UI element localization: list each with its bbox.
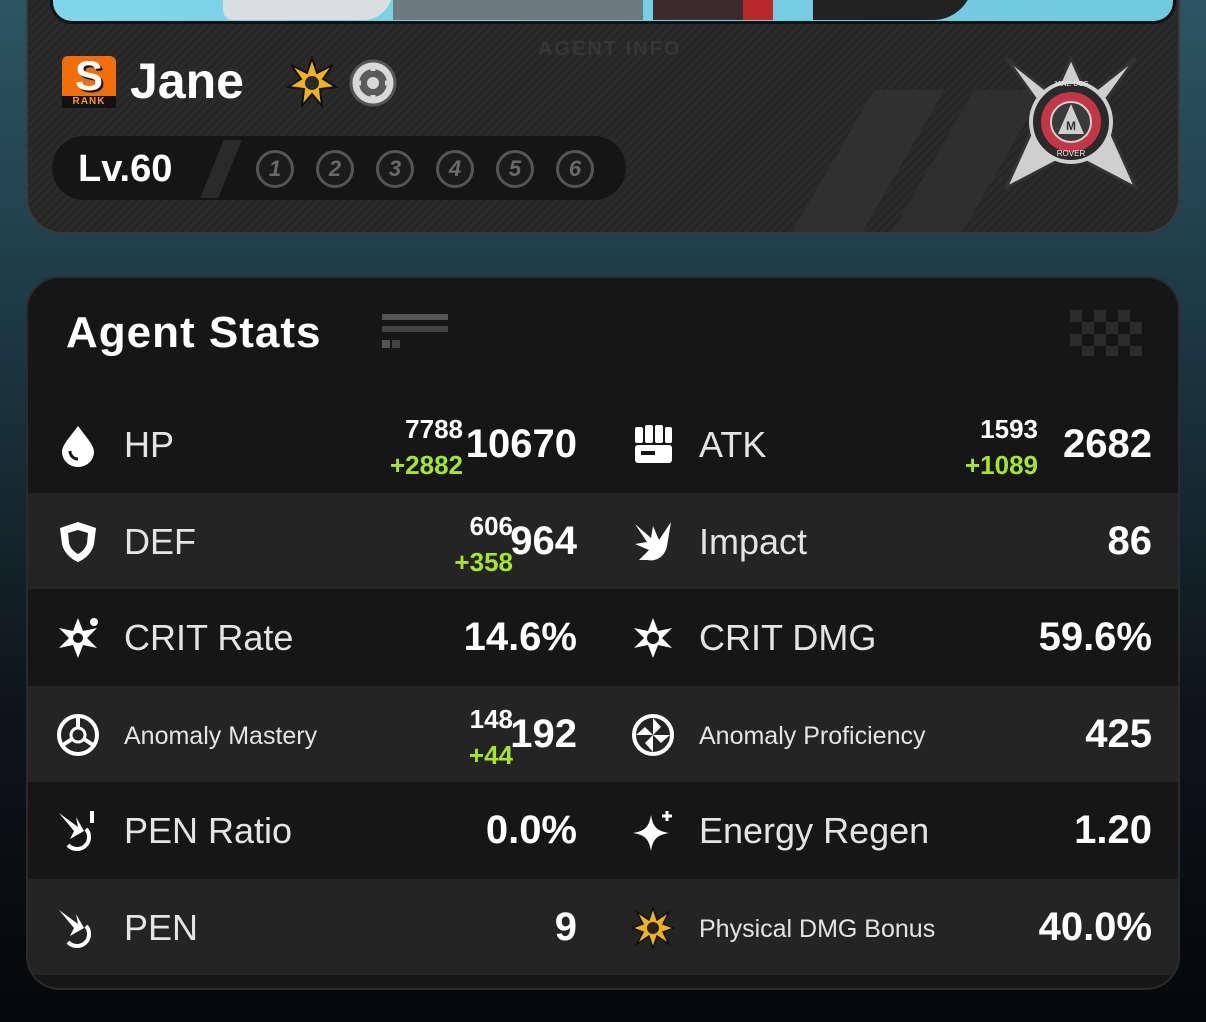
anomaly-mastery-icon xyxy=(57,713,99,756)
stat-row: PEN 9 Physical DMG Bonus 40.0% xyxy=(28,878,1178,975)
stat-hp: HP 7788 +2882 10670 xyxy=(28,396,603,492)
crit-dmg-icon xyxy=(634,618,672,658)
stat-label: Anomaly Mastery xyxy=(124,721,318,750)
stat-impact: Impact 86 xyxy=(603,493,1178,589)
stat-total-value: 59.6% xyxy=(1038,615,1152,659)
stat-label: HP xyxy=(124,424,175,465)
stat-crit-dmg: CRIT DMG 59.6% xyxy=(603,589,1178,685)
atk-fist-icon xyxy=(635,425,672,463)
stat-bonus-value: +2882 xyxy=(389,450,463,480)
rank-badge: S RANK xyxy=(62,55,116,108)
agent-stats-panel: Agent Stats HP 7788 +2882 10670 ATK 1593… xyxy=(26,276,1180,990)
stat-total-value: 9 xyxy=(554,904,577,949)
stat-def: DEF 606 +358 964 xyxy=(28,493,603,589)
stat-label: CRIT DMG xyxy=(699,617,877,658)
level-bar: Lv.60 1 2 3 4 5 6 xyxy=(52,136,626,200)
crit-rate-icon xyxy=(59,618,98,658)
stat-label: PEN Ratio xyxy=(124,810,293,851)
stat-bonus-value: +44 xyxy=(468,739,513,770)
stat-energy-regen: Energy Regen 1.20 xyxy=(603,782,1178,878)
stat-total-value: 86 xyxy=(1107,518,1153,563)
mindscape-4[interactable]: 4 xyxy=(436,150,474,188)
stat-label: DEF xyxy=(124,520,196,562)
stat-label: PEN xyxy=(124,906,199,948)
stat-total-value: 40.0% xyxy=(1038,904,1152,949)
agent-portrait xyxy=(50,0,1176,24)
stat-label: ATK xyxy=(699,424,767,465)
stat-total-value: 425 xyxy=(1085,711,1152,756)
stat-base-value: 606 xyxy=(469,510,513,541)
stat-base-value: 1593 xyxy=(980,414,1038,444)
def-shield-icon xyxy=(60,521,96,562)
mindscape-1[interactable]: 1 xyxy=(256,150,294,188)
stat-row: DEF 606 +358 964 Impact 86 xyxy=(28,492,1178,589)
stat-pen-ratio: PEN Ratio 0.0% xyxy=(28,782,603,878)
stats-grid: HP 7788 +2882 10670 ATK 1593 +1089 2682 xyxy=(28,396,1178,975)
anomaly-proficiency-icon xyxy=(632,713,674,756)
faction-icon xyxy=(349,59,397,107)
stat-row: PEN Ratio 0.0% Energy Regen 1.20 xyxy=(28,782,1178,879)
checker-decor-icon xyxy=(1070,310,1142,356)
mindscape-3[interactable]: 3 xyxy=(376,150,414,188)
stat-label: Impact xyxy=(699,520,808,562)
faction-emblem-icon: M JANE DOE ROVER xyxy=(1004,56,1138,190)
stat-base-value: 7788 xyxy=(405,414,463,444)
agent-info-card: AGENT INFO S RANK Jane Lv.60 1 2 3 4 5 6… xyxy=(26,0,1180,234)
stat-base-value: 148 xyxy=(469,703,513,734)
stat-anomaly-mastery: Anomaly Mastery 148 +44 192 xyxy=(28,686,603,782)
mindscape-6[interactable]: 6 xyxy=(556,150,594,188)
mindscape-5[interactable]: 5 xyxy=(496,150,534,188)
stat-total-value: 0.0% xyxy=(485,808,577,852)
physical-dmg-bonus-icon xyxy=(631,905,675,950)
stat-physical-dmg-bonus: Physical DMG Bonus 40.0% xyxy=(603,879,1178,975)
stat-row: CRIT Rate 14.6% CRIT DMG 59.6% xyxy=(28,589,1178,686)
stat-total-value: 192 xyxy=(510,711,577,756)
stat-row: Anomaly Mastery 148 +44 192 Anomaly Prof… xyxy=(28,685,1178,782)
stats-title: Agent Stats xyxy=(66,308,322,357)
stat-label: Anomaly Proficiency xyxy=(699,721,926,750)
pen-icon xyxy=(59,909,92,948)
stat-bonus-value: +1089 xyxy=(964,450,1038,480)
rank-letter: S xyxy=(74,52,103,99)
svg-text:JANE DOE: JANE DOE xyxy=(1053,81,1088,88)
stat-anomaly-proficiency: Anomaly Proficiency 425 xyxy=(603,686,1178,782)
stat-bonus-value: +358 xyxy=(454,546,513,577)
stat-label: Energy Regen xyxy=(699,810,930,851)
stat-total-value: 10670 xyxy=(465,422,577,466)
stat-label: CRIT Rate xyxy=(124,617,294,658)
svg-text:ROVER: ROVER xyxy=(1057,149,1086,158)
stat-atk: ATK 1593 +1089 2682 xyxy=(603,396,1178,492)
stat-total-value: 1.20 xyxy=(1074,808,1152,852)
rank-sublabel: RANK xyxy=(62,96,116,108)
stat-row: HP 7788 +2882 10670 ATK 1593 +1089 2682 xyxy=(28,396,1178,493)
stat-pen: PEN 9 xyxy=(28,879,603,975)
stat-label: Physical DMG Bonus xyxy=(699,914,936,943)
decorative-pattern-icon xyxy=(382,314,448,348)
pen-ratio-icon xyxy=(59,811,94,852)
physical-attribute-icon xyxy=(286,56,338,108)
stat-total-value: 964 xyxy=(510,518,577,563)
energy-regen-icon xyxy=(633,811,672,851)
svg-text:M: M xyxy=(1066,119,1076,133)
stat-total-value: 2682 xyxy=(1063,422,1152,466)
stat-total-value: 14.6% xyxy=(463,615,577,659)
agent-level: Lv.60 xyxy=(78,148,173,190)
impact-icon xyxy=(635,521,671,560)
agent-info-watermark: AGENT INFO xyxy=(538,38,682,60)
stat-crit-rate: CRIT Rate 14.6% xyxy=(28,589,603,685)
hp-drop-icon xyxy=(62,426,94,467)
agent-name: Jane xyxy=(130,53,244,109)
mindscape-2[interactable]: 2 xyxy=(316,150,354,188)
